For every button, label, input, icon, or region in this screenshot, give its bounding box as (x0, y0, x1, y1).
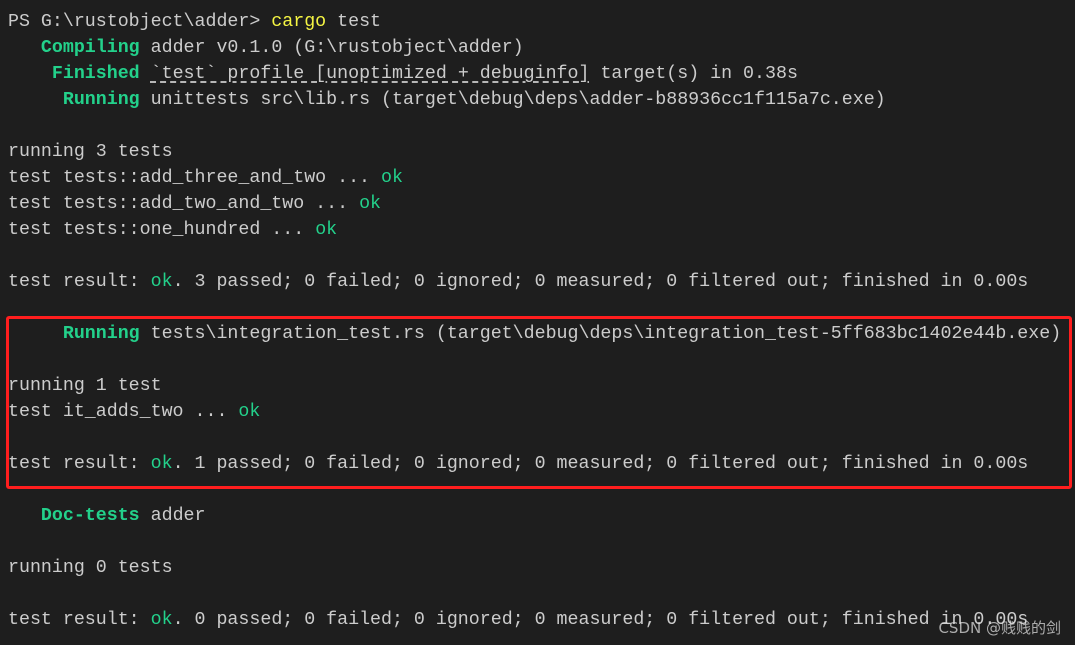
terminal-line: PS G:\rustobject\adder> cargo test (8, 9, 1061, 35)
terminal-text: cargo (271, 12, 327, 32)
terminal-text: test tests::add_two_and_two ... (8, 194, 360, 214)
terminal-text: Compiling (40, 38, 140, 58)
terminal-text: ok (381, 168, 403, 188)
terminal-text: `test` profile [unoptimized + debuginfo] (150, 64, 590, 84)
terminal-text: test result: (8, 610, 151, 630)
terminal-line: running 3 tests (8, 139, 1061, 165)
terminal-line: test tests::add_three_and_two ... ok (8, 165, 1061, 191)
watermark: CSDN @贱贱的剑 (938, 619, 1061, 637)
terminal-text: Finished (51, 64, 140, 84)
terminal-text: test tests::add_three_and_two ... (8, 168, 381, 188)
terminal-text: target(s) in 0.38s (589, 64, 798, 84)
terminal-text: ok (315, 220, 338, 240)
terminal-text: adder (139, 506, 206, 526)
terminal-text: test tests::one_hundred ... (8, 220, 316, 240)
terminal-line: running 0 tests (8, 555, 1061, 581)
terminal-text: test (326, 12, 382, 32)
terminal-text: running 0 tests (8, 558, 173, 578)
terminal-text: . 0 passed; 0 failed; 0 ignored; 0 measu… (172, 610, 1029, 630)
terminal-line: Running unittests src\lib.rs (target\deb… (8, 87, 1061, 113)
terminal-line: test result: ok. 0 passed; 0 failed; 0 i… (8, 607, 1061, 633)
terminal-text: running 3 tests (8, 142, 173, 162)
terminal-line: test result: ok. 3 passed; 0 failed; 0 i… (8, 269, 1061, 295)
terminal-text: test result: (8, 272, 151, 292)
terminal-line: test tests::one_hundred ... ok (8, 217, 1061, 243)
terminal-line: test tests::add_two_and_two ... ok (8, 191, 1061, 217)
terminal-text: Running (62, 90, 140, 110)
terminal-line: Compiling adder v0.1.0 (G:\rustobject\ad… (8, 35, 1061, 61)
terminal-line: Doc-tests adder (8, 503, 1061, 529)
terminal-text: adder v0.1.0 (G:\rustobject\adder) (139, 38, 524, 58)
terminal-line: Finished `test` profile [unoptimized + d… (8, 61, 1061, 87)
terminal-text: ok (359, 194, 382, 214)
terminal-text: . 3 passed; 0 failed; 0 ignored; 0 measu… (172, 272, 1029, 292)
terminal-text: unittests src\lib.rs (target\debug\deps\… (139, 90, 886, 110)
highlight-box (6, 316, 1072, 489)
terminal-text: ok (150, 610, 173, 630)
terminal-text: ok (150, 272, 173, 292)
terminal-text: PS G:\rustobject\adder> (8, 12, 272, 32)
terminal-text: Doc-tests (40, 506, 140, 526)
